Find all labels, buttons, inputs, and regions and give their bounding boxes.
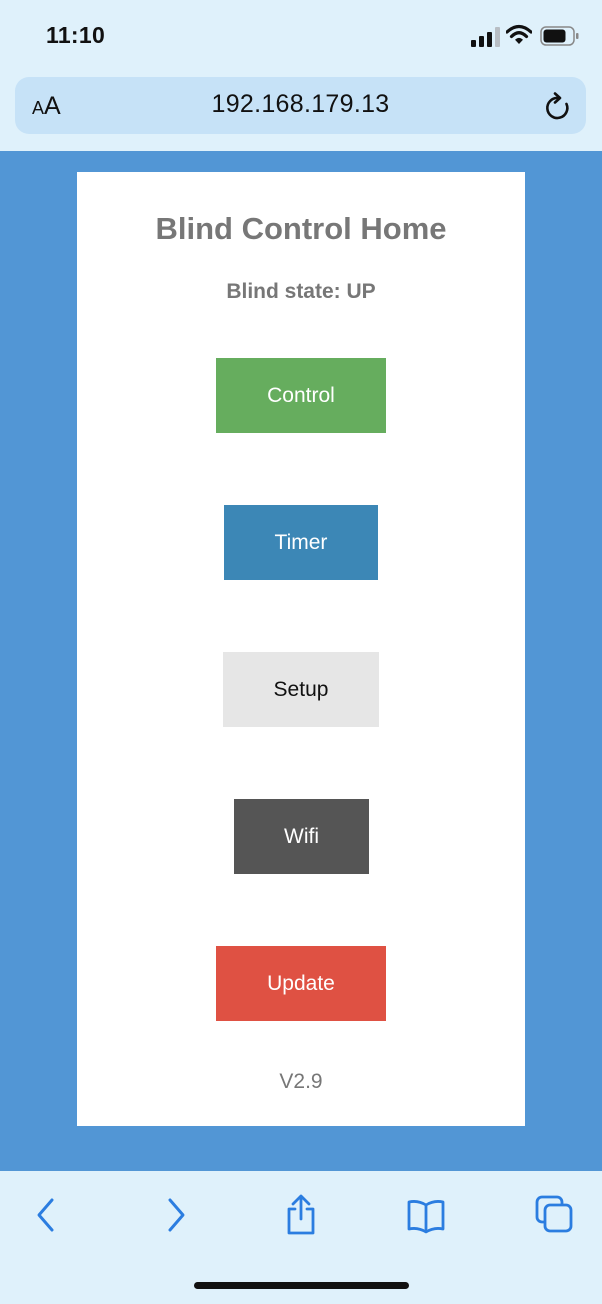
back-chevron-icon[interactable] xyxy=(24,1193,68,1237)
share-icon[interactable] xyxy=(279,1193,323,1237)
url-text[interactable]: 192.168.179.13 xyxy=(15,90,586,119)
update-button[interactable]: Update xyxy=(216,946,386,1021)
reload-icon[interactable] xyxy=(544,92,572,122)
status-bar: 11:10 xyxy=(0,0,602,74)
version-label: V2.9 xyxy=(279,1070,323,1093)
browser-toolbar xyxy=(0,1171,602,1304)
blind-state-text: Blind state: UP xyxy=(226,280,376,303)
wifi-icon xyxy=(506,24,532,44)
forward-chevron-icon[interactable] xyxy=(154,1193,198,1237)
content-card: Blind Control Home Blind state: UP Contr… xyxy=(77,172,525,1126)
home-indicator[interactable] xyxy=(194,1282,409,1289)
wifi-button[interactable]: Wifi xyxy=(234,799,369,874)
bookmarks-icon[interactable] xyxy=(404,1193,448,1237)
status-time: 11:10 xyxy=(46,22,106,48)
page-title: Blind Control Home xyxy=(155,211,447,246)
timer-button[interactable]: Timer xyxy=(224,505,378,580)
tabs-icon[interactable] xyxy=(533,1193,577,1237)
page-viewport[interactable]: Blind Control Home Blind state: UP Contr… xyxy=(0,151,602,1171)
address-bar[interactable]: AA 192.168.179.13 xyxy=(15,77,586,134)
control-button[interactable]: Control xyxy=(216,358,386,433)
cellular-signal-icon xyxy=(471,27,500,47)
setup-button[interactable]: Setup xyxy=(223,652,379,727)
battery-icon xyxy=(540,26,579,46)
